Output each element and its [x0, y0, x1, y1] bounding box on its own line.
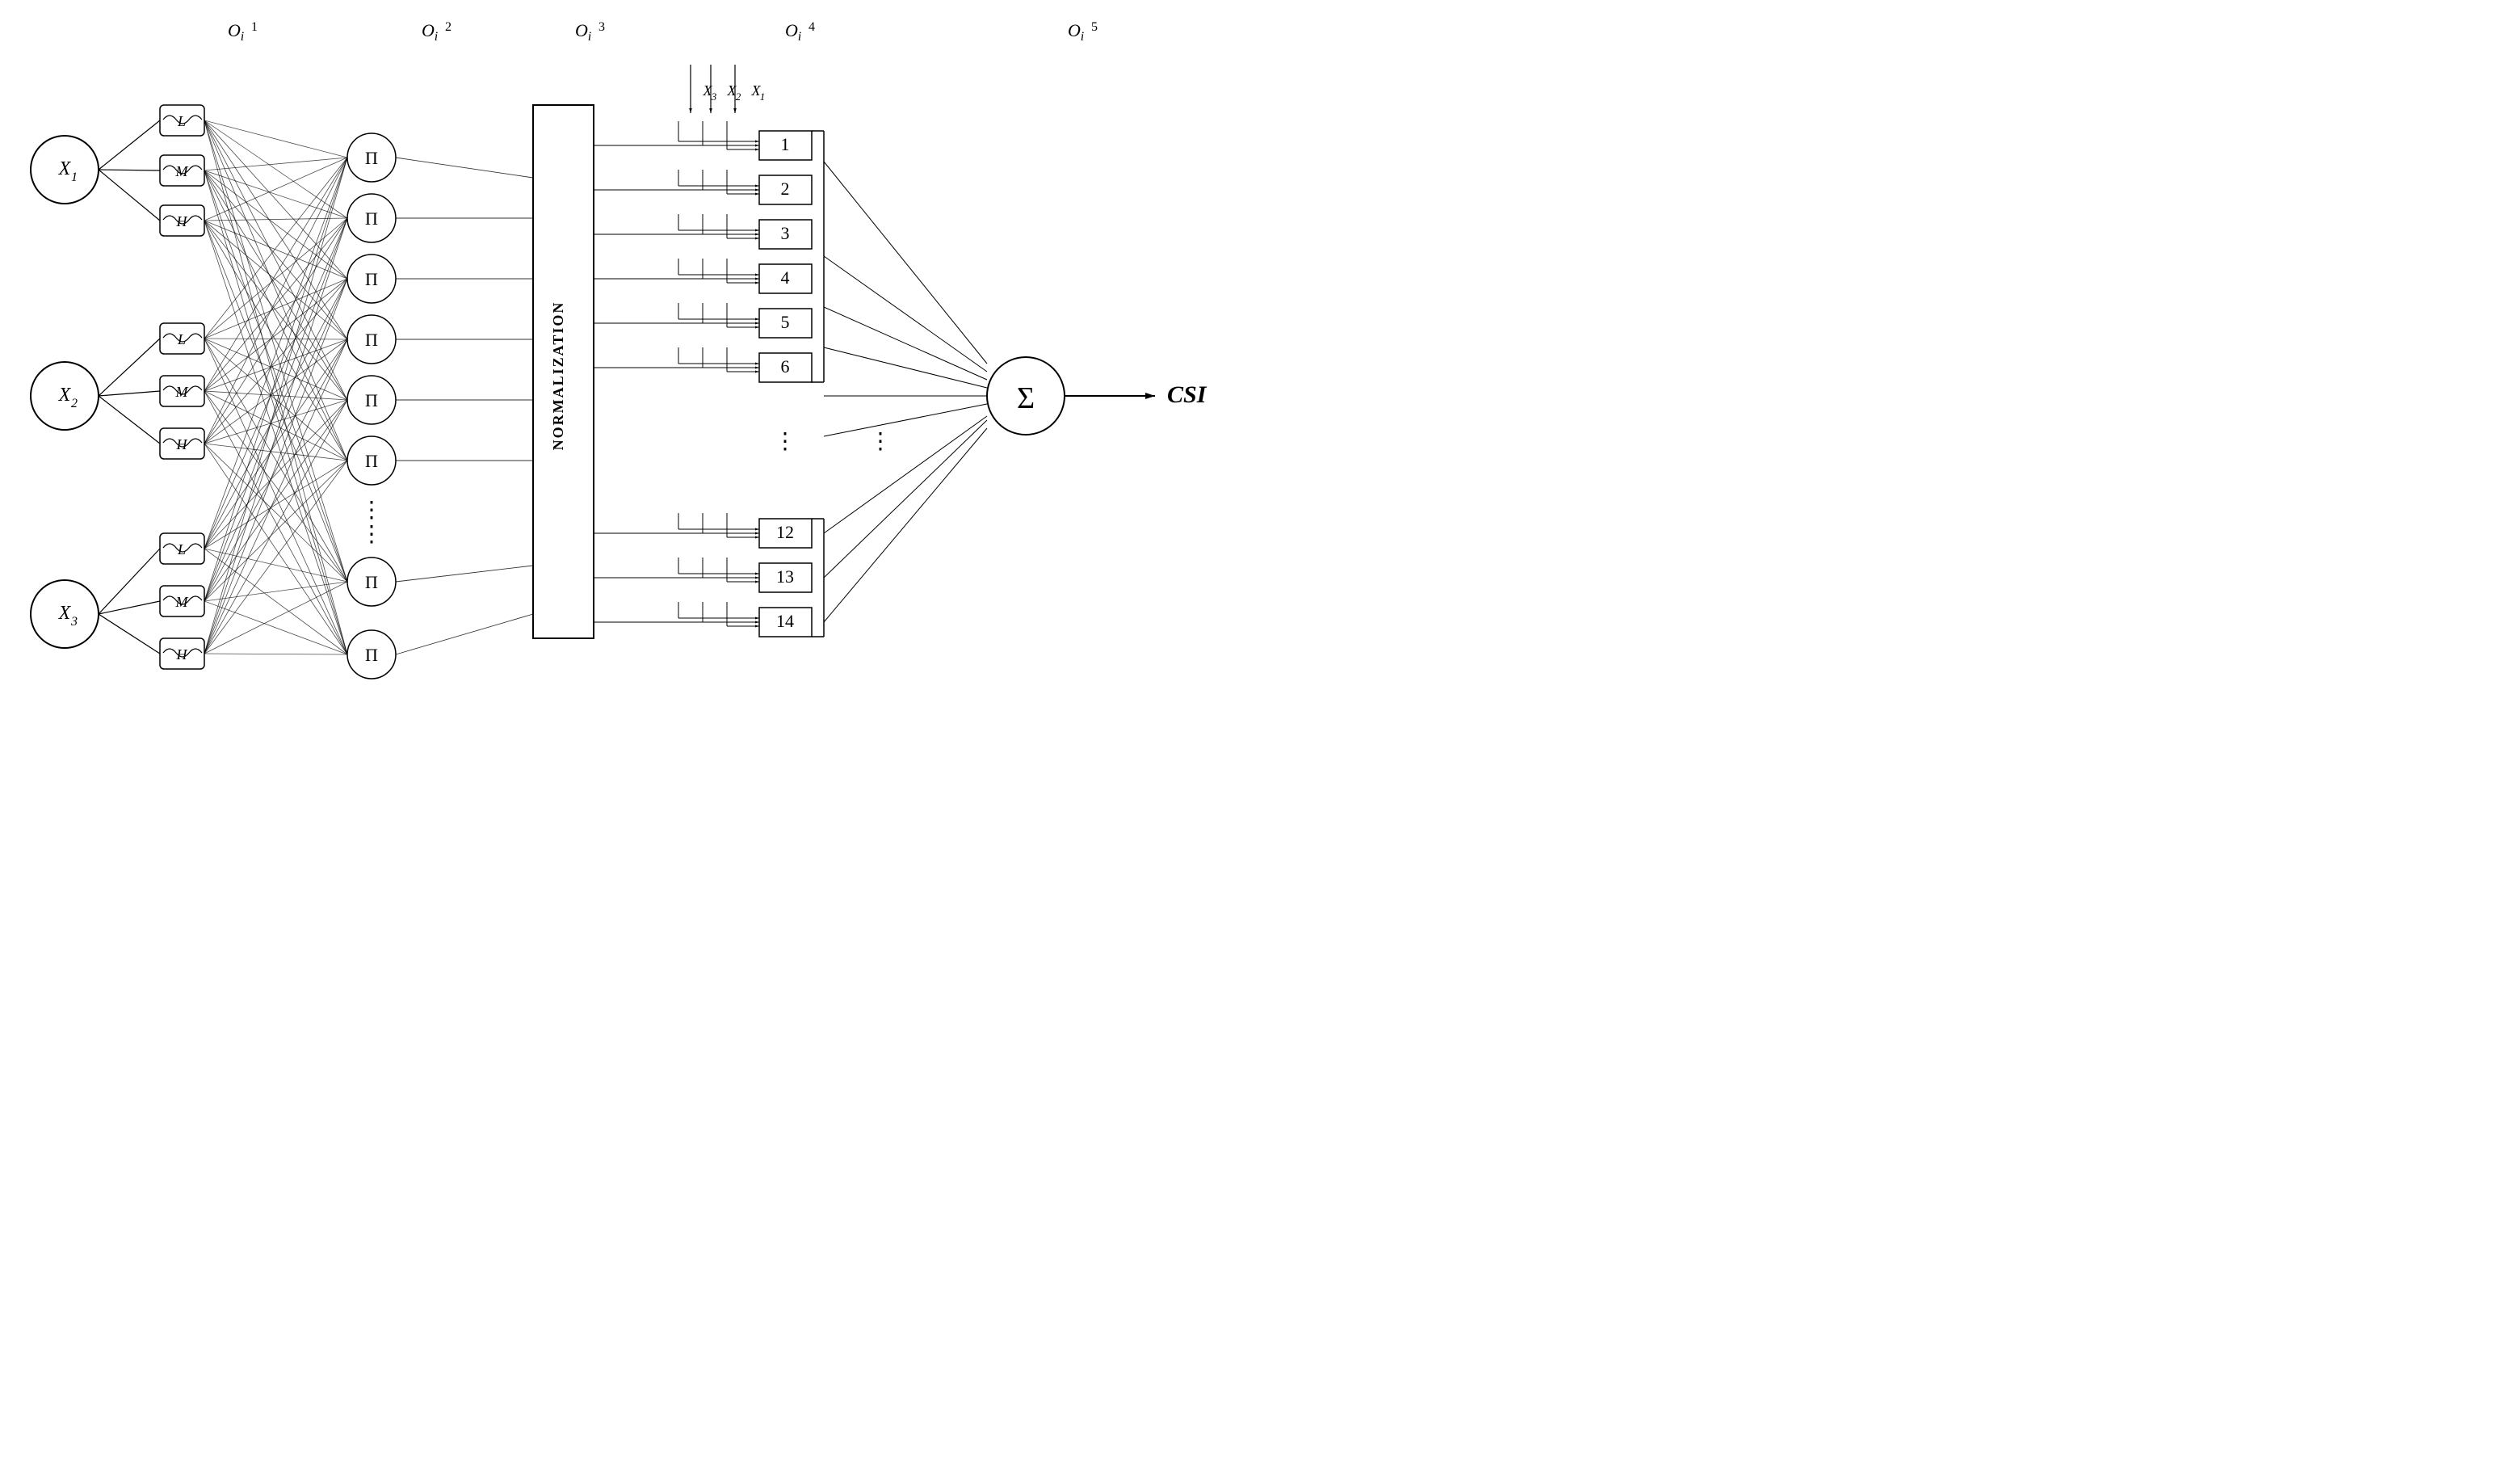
layer-label-1: O — [228, 20, 241, 40]
output-node-13-label: 13 — [776, 566, 794, 587]
layer-label-2: O — [422, 20, 435, 40]
normalization-label: NORMALIZATION — [550, 301, 566, 451]
input-label-x1-sub: 1 — [71, 170, 78, 184]
layer-label-2-sup: 2 — [445, 20, 452, 34]
input-label-x2: X — [58, 385, 72, 406]
csi-label: CSI — [1167, 381, 1208, 408]
dots-layer4-2: ⋮ — [869, 429, 892, 454]
output-node-3-label: 3 — [781, 223, 790, 243]
input-label-x2-sub: 2 — [71, 397, 78, 410]
layer-label-3-sub: i — [588, 30, 591, 44]
output-node-6-label: 6 — [781, 356, 790, 377]
layer-label-1-sup: 1 — [251, 20, 258, 34]
rule-node-8-label: Π — [365, 645, 378, 665]
rule-node-3-label: Π — [365, 269, 378, 289]
x3-sub-top: 3 — [711, 90, 717, 103]
input-label-x3: X — [58, 603, 72, 624]
rule-node-4-label: Π — [365, 330, 378, 350]
layer-label-3: O — [575, 20, 588, 40]
x2-sub-top: 2 — [736, 90, 741, 103]
rule-node-7-label: Π — [365, 572, 378, 592]
layer-label-5-sup: 5 — [1091, 20, 1098, 34]
layer-label-4-sub: i — [798, 30, 801, 44]
output-node-5-label: 5 — [781, 312, 790, 332]
input-label-x1: X — [58, 158, 72, 179]
rule-node-1-label: Π — [365, 148, 378, 168]
layer-label-4-sup: 4 — [808, 20, 815, 34]
layer-label-4: O — [785, 20, 798, 40]
layer-label-2-sub: i — [435, 30, 438, 44]
output-node-1-label: 1 — [781, 134, 790, 154]
dots-pi-2: ⋮ — [360, 522, 383, 547]
rule-node-5-label: Π — [365, 390, 378, 410]
output-node-4-label: 4 — [781, 267, 790, 288]
output-node-2-label: 2 — [781, 179, 790, 199]
layer-label-3-sup: 3 — [598, 20, 605, 34]
output-node-14-label: 14 — [776, 611, 794, 631]
rule-node-2-label: Π — [365, 208, 378, 229]
layer-label-5: O — [1068, 20, 1081, 40]
dots-layer4-1: ⋮ — [774, 429, 796, 454]
sum-label: Σ — [1017, 381, 1035, 415]
layer-label-5-sub: i — [1081, 30, 1084, 44]
rule-node-6-label: Π — [365, 451, 378, 471]
input-label-x3-sub: 3 — [70, 615, 78, 629]
x1-sub-top: 1 — [760, 90, 766, 103]
output-node-12-label: 12 — [776, 522, 794, 542]
dots-pi-1: ⋮ — [360, 498, 383, 523]
layer-label-1-sub: i — [241, 30, 244, 44]
